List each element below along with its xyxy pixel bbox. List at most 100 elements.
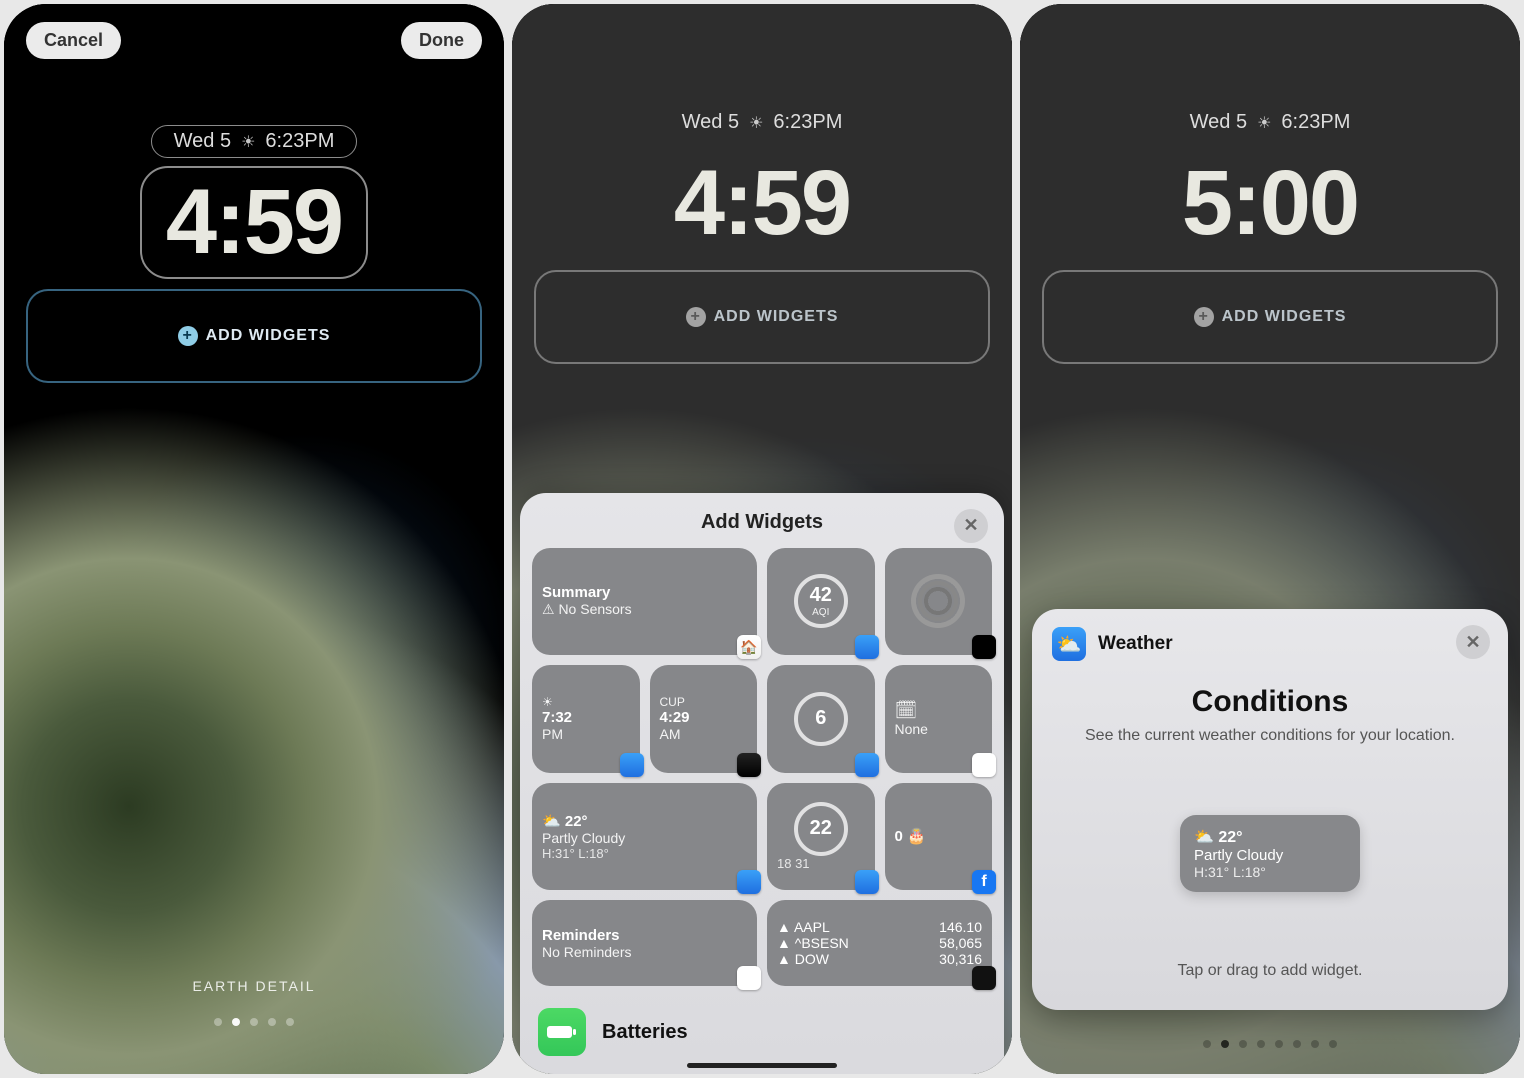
weather-app-icon bbox=[855, 635, 879, 659]
activity-rings-icon bbox=[911, 574, 965, 628]
preview-hilo: H:31° L:18° bbox=[1194, 864, 1346, 880]
stock-symbol: ▲ ^BSESN bbox=[777, 935, 849, 951]
add-widgets-slot[interactable]: + ADD WIDGETS bbox=[26, 289, 482, 383]
detail-hint: Tap or drag to add widget. bbox=[1052, 962, 1488, 980]
sunset-icon: ☀︎ bbox=[1257, 113, 1271, 133]
weather-app-icon bbox=[855, 753, 879, 777]
home-app-icon: 🏠 bbox=[737, 635, 761, 659]
clock-ampm: AM bbox=[660, 726, 748, 742]
date-widget[interactable]: Wed 5 ☀︎ 6:23PM bbox=[151, 125, 358, 158]
close-button[interactable]: ✕ bbox=[1456, 625, 1490, 659]
cond-hilo: H:31° L:18° bbox=[542, 846, 747, 861]
stock-symbol: ▲ DOW bbox=[777, 951, 829, 967]
calendar-app-icon bbox=[972, 753, 996, 777]
clock-time: 4:29 bbox=[660, 709, 748, 726]
wallpaper-name: EARTH DETAIL bbox=[4, 978, 504, 994]
category-name: Batteries bbox=[602, 1021, 688, 1044]
widget-home-summary[interactable]: Summary ⚠ No Sensors 🏠 bbox=[532, 548, 757, 656]
detail-title: Conditions bbox=[1052, 685, 1488, 719]
preview-desc: Partly Cloudy bbox=[1194, 847, 1346, 864]
aqi-label: AQI bbox=[812, 607, 829, 618]
widget-fitness-rings[interactable] bbox=[885, 548, 993, 656]
weather-app-icon: ⛅ bbox=[1052, 627, 1086, 661]
wallpaper-pager[interactable] bbox=[4, 1018, 504, 1026]
plus-circle-icon: + bbox=[686, 307, 706, 327]
widget-aqi[interactable]: 42AQI bbox=[767, 548, 875, 656]
stock-symbol: ▲ AAPL bbox=[777, 919, 830, 935]
clock-ampm: PM bbox=[542, 726, 630, 742]
add-widgets-label: ADD WIDGETS bbox=[1222, 308, 1347, 326]
close-button[interactable]: ✕ bbox=[954, 509, 988, 543]
plus-circle-icon: + bbox=[178, 326, 198, 346]
sunset-icon: ☀︎ bbox=[241, 132, 255, 152]
moon-value: 22 bbox=[810, 817, 832, 840]
add-widgets-label: ADD WIDGETS bbox=[206, 327, 331, 345]
add-widgets-label: ADD WIDGETS bbox=[714, 308, 839, 326]
phone-screen-1: Cancel Done Wed 5 ☀︎ 6:23PM 4:59 + ADD W… bbox=[4, 4, 504, 1074]
plus-circle-icon: + bbox=[1194, 307, 1214, 327]
widget-reminders[interactable]: Reminders No Reminders bbox=[532, 900, 757, 986]
widget-preview[interactable]: ⛅ 22° Partly Cloudy H:31° L:18° bbox=[1180, 815, 1360, 892]
bday-count: 0 bbox=[895, 828, 903, 845]
date-widget: Wed 5 ☀︎ 6:23PM bbox=[659, 106, 866, 139]
widget-title: Summary bbox=[542, 584, 747, 601]
sunset-time: 6:23PM bbox=[1281, 111, 1350, 134]
widget-subtitle: ⚠ No Sensors bbox=[542, 601, 747, 618]
widget-subtitle: No Reminders bbox=[542, 944, 747, 960]
sunset-time: 6:23PM bbox=[773, 111, 842, 134]
add-widgets-slot: + ADD WIDGETS bbox=[534, 270, 990, 364]
widget-city-clock-1[interactable]: ☀︎ 7:32 PM bbox=[532, 665, 640, 773]
stocks-app-icon bbox=[972, 966, 996, 990]
done-button[interactable]: Done bbox=[401, 22, 482, 59]
facebook-app-icon: f bbox=[972, 870, 996, 894]
phone-screen-2: Wed 5 ☀︎ 6:23PM 4:59 + ADD WIDGETS Add W… bbox=[512, 4, 1012, 1074]
date-label: Wed 5 bbox=[682, 111, 739, 134]
widget-sun-moon[interactable]: 22 18 31 bbox=[767, 783, 875, 891]
date-label: Wed 5 bbox=[174, 130, 231, 153]
clock-time: 4:59 bbox=[648, 147, 876, 260]
aqi-value: 42 bbox=[810, 584, 832, 607]
widget-uv-index[interactable]: 6 bbox=[767, 665, 875, 773]
sheet-title: Add Widgets bbox=[701, 511, 823, 534]
widget-stocks[interactable]: ▲ AAPL 146.10 ▲ ^BSESN 58,065 ▲ DOW 30,316 bbox=[767, 900, 992, 986]
battery-icon bbox=[538, 1008, 586, 1056]
app-name: Weather bbox=[1098, 633, 1173, 655]
reminders-app-icon bbox=[737, 966, 761, 990]
stock-value: 146.10 bbox=[939, 919, 982, 935]
weather-app-icon bbox=[737, 870, 761, 894]
home-indicator[interactable] bbox=[687, 1063, 837, 1068]
detail-subtitle: See the current weather conditions for y… bbox=[1052, 727, 1488, 745]
widget-title: Reminders bbox=[542, 927, 747, 944]
widget-birthdays[interactable]: 0 🎂 f bbox=[885, 783, 993, 891]
widget-detail-sheet: ⛅ Weather ✕ Conditions See the current w… bbox=[1032, 609, 1508, 1010]
widget-style-pager[interactable] bbox=[1020, 1040, 1520, 1048]
widget-city-clock-2[interactable]: CUP 4:29 AM bbox=[650, 665, 758, 773]
widget-weather-conditions[interactable]: ⛅ 22° Partly Cloudy H:31° L:18° bbox=[532, 783, 757, 891]
widget-calendar-next[interactable]: 🗓 None bbox=[885, 665, 993, 773]
calendar-icon: 🗓 bbox=[895, 700, 983, 721]
cond-desc: Partly Cloudy bbox=[542, 830, 747, 846]
moon-sub: 18 31 bbox=[777, 856, 865, 871]
sunset-icon: ☀︎ bbox=[749, 113, 763, 133]
weather-app-icon bbox=[855, 870, 879, 894]
clock-time: 7:32 bbox=[542, 709, 630, 726]
calendar-label: None bbox=[895, 721, 983, 737]
preview-temp: 22° bbox=[1218, 829, 1242, 846]
date-widget: Wed 5 ☀︎ 6:23PM bbox=[1167, 106, 1374, 139]
cond-temp: 22° bbox=[565, 813, 588, 830]
uv-value: 6 bbox=[815, 707, 826, 730]
clock-time: 5:00 bbox=[1156, 147, 1384, 260]
stock-value: 30,316 bbox=[939, 951, 982, 967]
weather-app-icon bbox=[620, 753, 644, 777]
widget-suggestions-grid: Summary ⚠ No Sensors 🏠 42AQI ☀︎ 7:32 PM bbox=[532, 548, 992, 987]
stock-value: 58,065 bbox=[939, 935, 982, 951]
sunset-time: 6:23PM bbox=[265, 130, 334, 153]
add-widgets-sheet: Add Widgets ✕ Summary ⚠ No Sensors 🏠 42A… bbox=[520, 493, 1004, 1075]
clock-app-icon bbox=[737, 753, 761, 777]
clock-time[interactable]: 4:59 bbox=[140, 166, 368, 279]
cancel-button[interactable]: Cancel bbox=[26, 22, 121, 59]
phone-screen-3: Wed 5 ☀︎ 6:23PM 5:00 + ADD WIDGETS ⛅ Wea… bbox=[1020, 4, 1520, 1074]
add-widgets-slot: + ADD WIDGETS bbox=[1042, 270, 1498, 364]
clock-city: CUP bbox=[660, 695, 748, 709]
date-label: Wed 5 bbox=[1190, 111, 1247, 134]
